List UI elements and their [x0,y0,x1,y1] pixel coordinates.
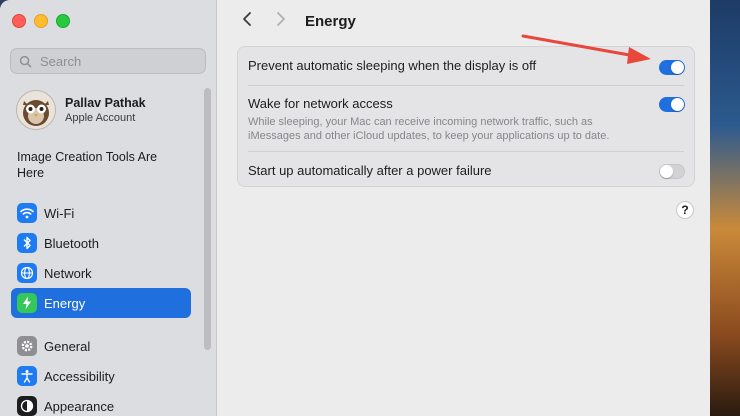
window-controls [12,14,70,28]
accessibility-icon [17,366,37,386]
settings-window: Pallav Pathak Apple Account Image Creati… [0,0,717,416]
sidebar: Pallav Pathak Apple Account Image Creati… [0,0,217,416]
power-failure-toggle[interactable] [659,164,685,179]
desktop-wallpaper [710,0,740,416]
annotation-arrow [521,34,651,64]
sidebar-item-general[interactable]: General [11,331,191,361]
forward-button[interactable] [271,11,291,32]
setting-title: Start up automatically after a power fai… [248,163,492,178]
sidebar-item-wifi[interactable]: Wi-Fi [11,198,191,228]
page-title: Energy [305,12,356,30]
setting-row-wake-network: Wake for network access While sleeping, … [238,96,694,143]
content-pane: Energy Prevent automatic sleeping when t… [217,0,710,416]
chevron-right-icon [277,11,285,26]
sidebar-item-label: Wi-Fi [44,205,75,221]
back-button[interactable] [237,11,257,32]
close-window-button[interactable] [12,14,26,28]
promo-link[interactable]: Image Creation Tools Are Here [17,149,187,181]
sidebar-item-energy[interactable]: Energy [11,288,191,318]
account-name: Pallav Pathak [65,96,146,110]
toolbar: Energy [237,10,356,32]
account-subtitle: Apple Account [65,112,136,124]
search-input[interactable] [38,52,202,70]
divider [248,85,684,86]
search-field[interactable] [10,48,206,74]
appearance-icon [17,396,37,416]
gear-icon [17,336,37,356]
search-icon [19,55,32,67]
setting-title: Wake for network access [248,96,393,111]
setting-row-power-failure: Start up automatically after a power fai… [238,163,694,178]
chevron-left-icon [243,11,251,26]
sidebar-item-bluetooth[interactable]: Bluetooth [11,228,191,258]
sidebar-item-appearance[interactable]: Appearance [11,391,191,416]
minimize-window-button[interactable] [34,14,48,28]
wifi-icon [17,203,37,223]
sidebar-item-label: Bluetooth [44,235,99,251]
help-button[interactable]: ? [676,201,694,219]
maximize-window-button[interactable] [56,14,70,28]
sidebar-item-label: Accessibility [44,368,115,384]
divider [248,151,684,152]
sidebar-scrollbar[interactable] [204,88,211,350]
apple-account-item[interactable]: Pallav Pathak Apple Account [16,90,146,130]
bluetooth-icon [17,233,37,253]
sidebar-item-label: Network [44,265,92,281]
energy-icon [17,293,37,313]
sidebar-item-label: General [44,338,91,354]
wake-network-toggle[interactable] [659,97,685,112]
sidebar-item-network[interactable]: Network [11,258,191,288]
avatar [16,90,56,130]
sidebar-item-label: Appearance [44,398,115,414]
prevent-sleep-toggle[interactable] [659,60,685,75]
sidebar-item-accessibility[interactable]: Accessibility [11,361,191,391]
sidebar-item-label: Energy [44,295,86,311]
setting-description: While sleeping, your Mac can receive inc… [248,116,610,142]
network-icon [17,263,37,283]
